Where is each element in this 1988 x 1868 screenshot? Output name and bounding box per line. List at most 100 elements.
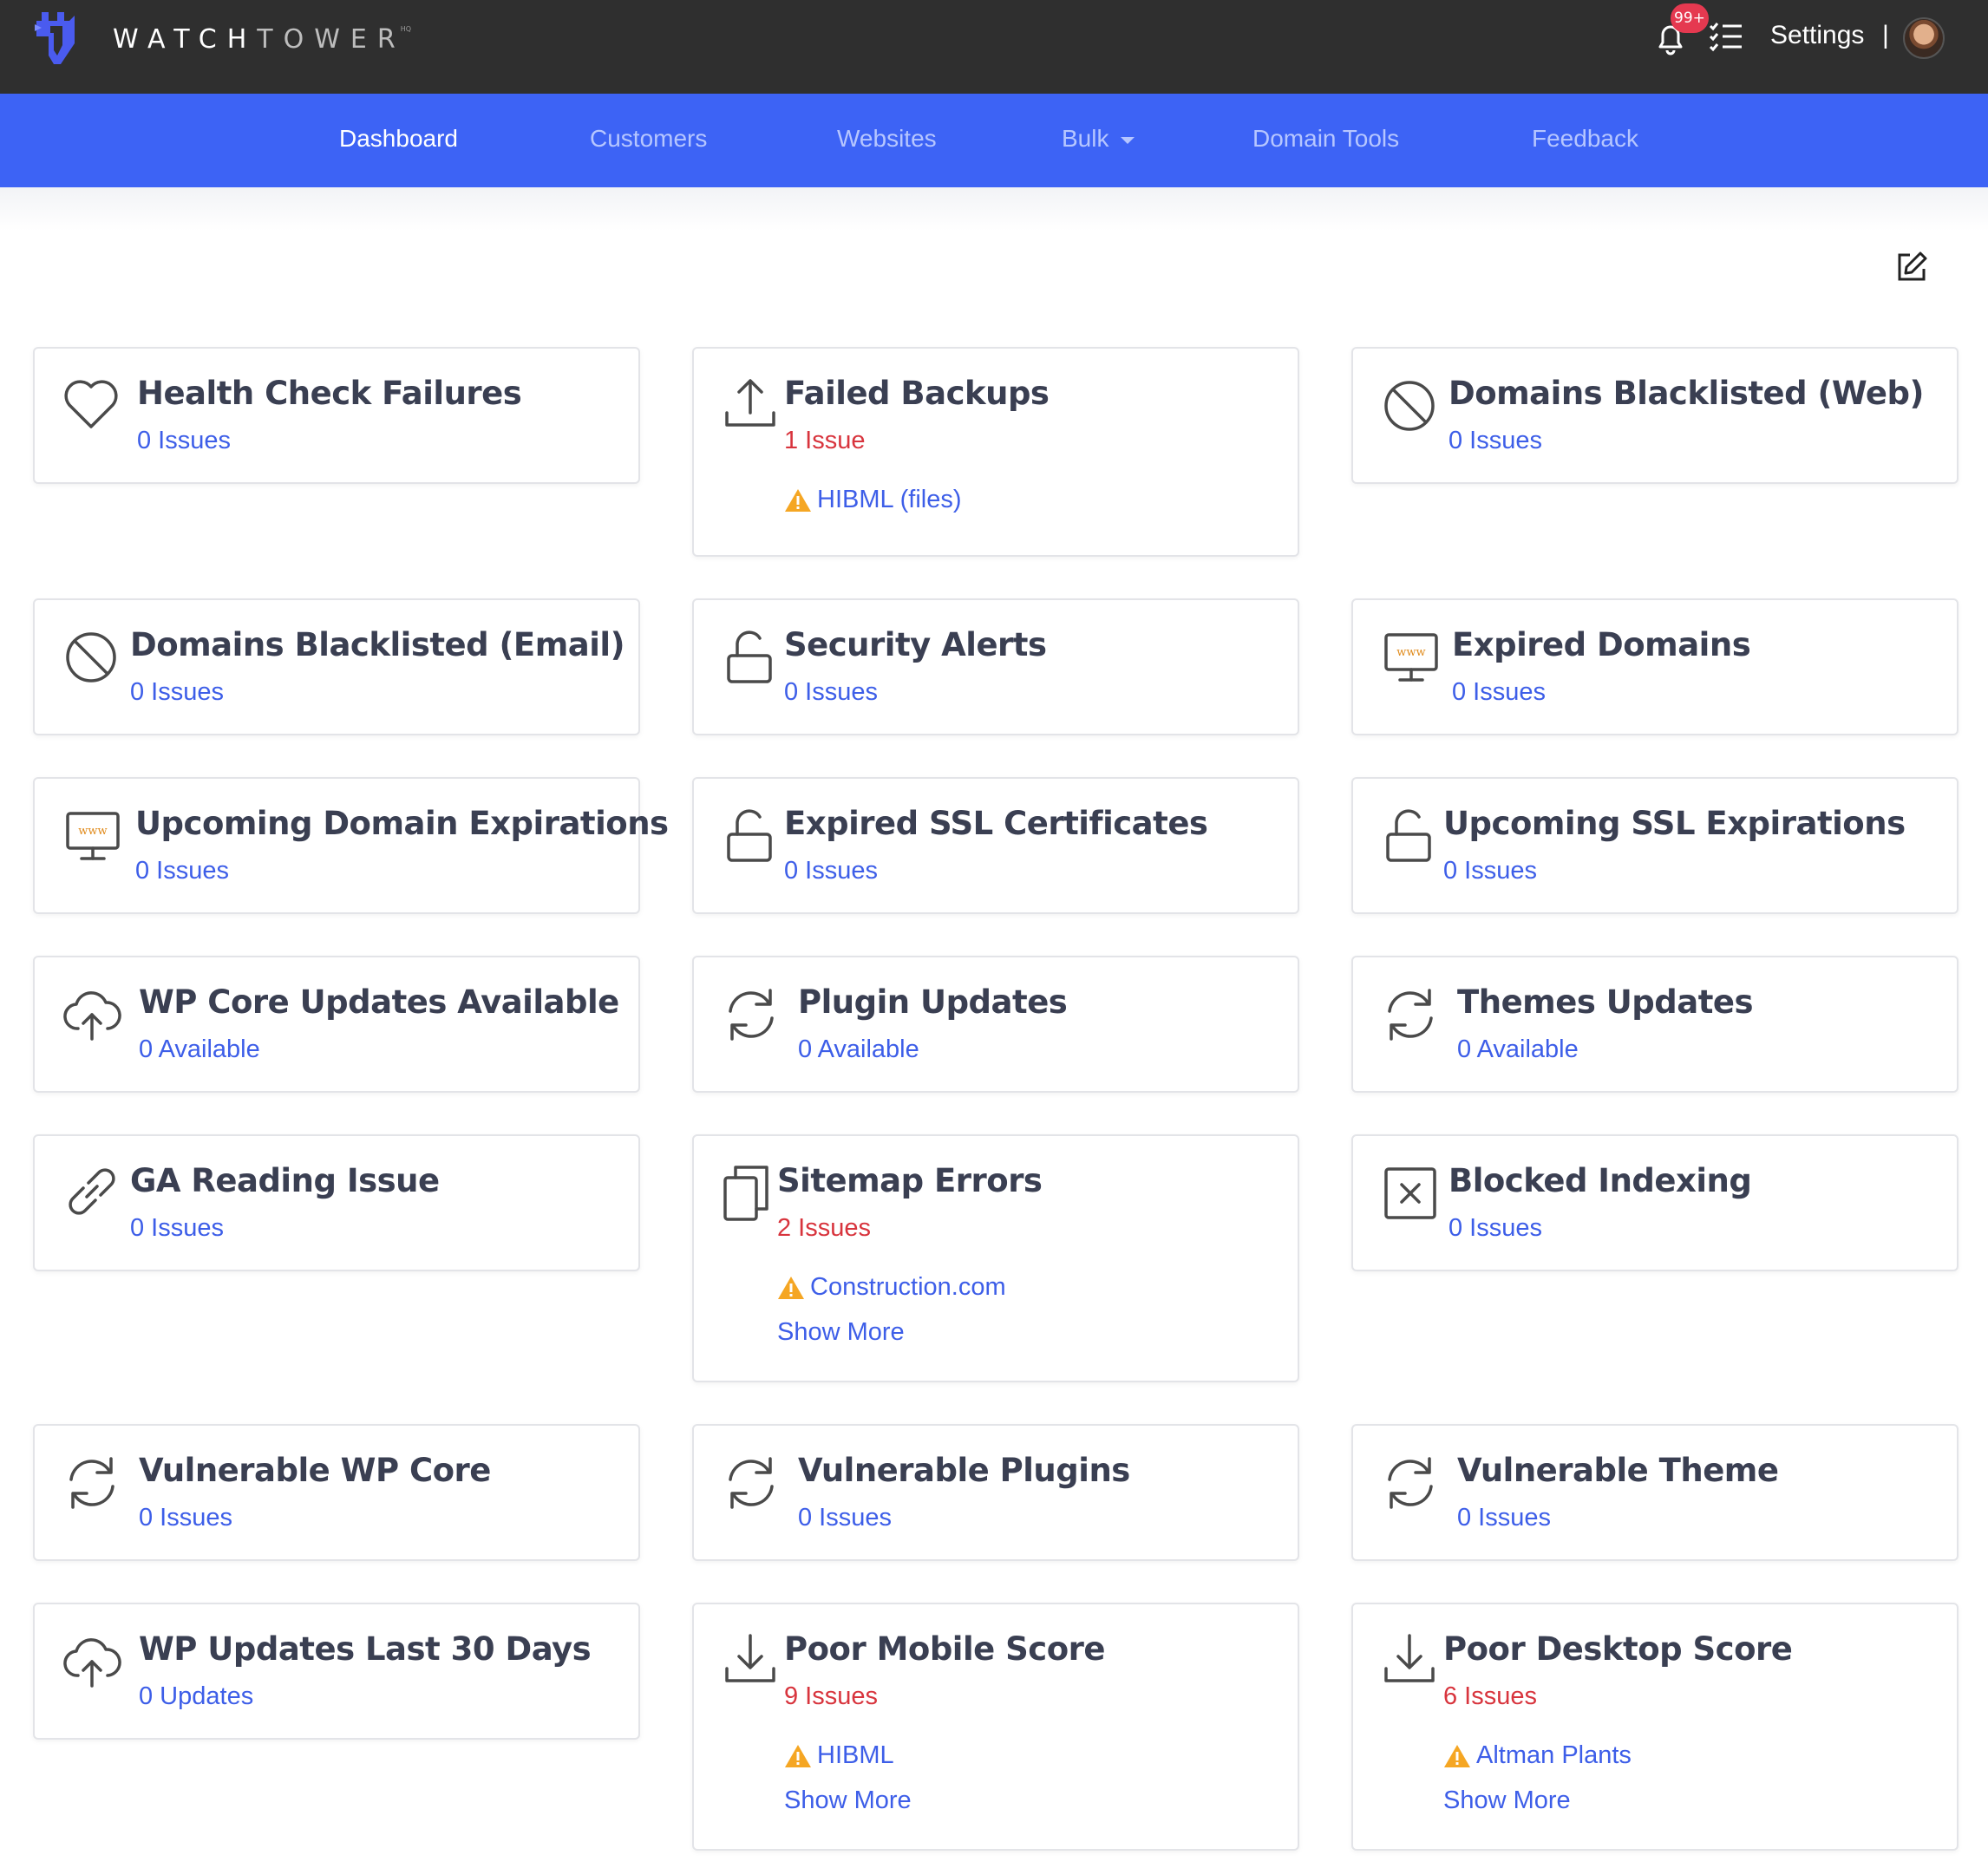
- card-count[interactable]: 0 Updates: [139, 1682, 253, 1711]
- dashboard-card[interactable]: Expired SSL Certificates 0 Issues: [692, 777, 1299, 914]
- notification-badge: 99+: [1671, 3, 1709, 33]
- brand-name: WATCHTOWER: [113, 23, 406, 55]
- card-detail-link[interactable]: Altman Plants: [1443, 1741, 1632, 1770]
- nav-websites[interactable]: Websites: [837, 125, 937, 153]
- dashboard-card[interactable]: Failed Backups 1 Issue HIBML (files): [692, 347, 1299, 557]
- link-icon: [69, 1168, 115, 1215]
- card-count[interactable]: 0 Issues: [1452, 678, 1546, 707]
- show-more-link[interactable]: Show More: [784, 1786, 912, 1815]
- upload-icon: [725, 379, 775, 427]
- card-count[interactable]: 0 Issues: [130, 1214, 224, 1243]
- card-count[interactable]: 0 Issues: [130, 678, 224, 707]
- card-detail-link[interactable]: Construction.com: [777, 1273, 1006, 1302]
- card-count[interactable]: 0 Available: [1457, 1035, 1579, 1064]
- dashboard-card[interactable]: www Upcoming Domain Expirations 0 Issues: [33, 777, 669, 914]
- refresh-icon: [729, 989, 774, 1041]
- warning-icon: [778, 1276, 804, 1299]
- card-title[interactable]: Upcoming Domain Expirations: [135, 805, 669, 842]
- card-detail-label: Altman Plants: [1476, 1741, 1632, 1769]
- dashboard-card[interactable]: Plugin Updates 0 Available: [692, 956, 1299, 1093]
- card-detail-label: Construction.com: [810, 1273, 1006, 1301]
- card-title[interactable]: Sitemap Errors: [777, 1162, 1043, 1199]
- card-title[interactable]: Vulnerable Plugins: [798, 1452, 1130, 1489]
- card-count[interactable]: 0 Available: [798, 1035, 919, 1064]
- dashboard-card[interactable]: Poor Desktop Score 6 Issues Altman Plants S…: [1351, 1603, 1959, 1851]
- dashboard-card[interactable]: Blocked Indexing 0 Issues: [1351, 1134, 1959, 1271]
- card-count[interactable]: 0 Issues: [1448, 427, 1542, 455]
- card-count[interactable]: 1 Issue: [784, 427, 866, 455]
- dashboard-card[interactable]: WP Updates Last 30 Days 0 Updates: [33, 1603, 640, 1740]
- card-count[interactable]: 0 Issues: [139, 1504, 232, 1532]
- card-title[interactable]: Security Alerts: [784, 626, 1047, 663]
- card-count[interactable]: 0 Issues: [784, 678, 878, 707]
- card-title[interactable]: Vulnerable WP Core: [139, 1452, 491, 1489]
- card-title[interactable]: GA Reading Issue: [130, 1162, 440, 1199]
- cloud-upload-icon: [63, 1638, 121, 1688]
- card-title[interactable]: Failed Backups: [784, 375, 1050, 412]
- card-title[interactable]: WP Core Updates Available: [139, 983, 619, 1021]
- show-more-link[interactable]: Show More: [777, 1318, 905, 1347]
- dashboard-card[interactable]: Vulnerable Theme 0 Issues: [1351, 1424, 1959, 1561]
- ban-icon: [66, 632, 116, 683]
- card-count[interactable]: 0 Issues: [137, 427, 231, 455]
- card-title[interactable]: Health Check Failures: [137, 375, 522, 412]
- card-title[interactable]: Domains Blacklisted (Email): [130, 626, 625, 663]
- card-detail-link[interactable]: HIBML (files): [784, 486, 962, 514]
- card-title[interactable]: Blocked Indexing: [1448, 1162, 1752, 1199]
- user-avatar[interactable]: [1903, 17, 1945, 59]
- card-title[interactable]: Domains Blacklisted (Web): [1448, 375, 1924, 412]
- nav-feedback[interactable]: Feedback: [1532, 125, 1638, 153]
- dashboard-card[interactable]: Health Check Failures 0 Issues: [33, 347, 640, 484]
- card-count[interactable]: 0 Issues: [135, 857, 229, 885]
- card-title[interactable]: Upcoming SSL Expirations: [1443, 805, 1906, 842]
- dashboard-card[interactable]: Vulnerable Plugins 0 Issues: [692, 1424, 1299, 1561]
- settings-link[interactable]: Settings: [1770, 21, 1864, 50]
- heart-icon: [64, 380, 118, 428]
- dashboard-card[interactable]: Domains Blacklisted (Email) 0 Issues: [33, 598, 640, 735]
- card-detail-label: HIBML: [817, 1741, 894, 1769]
- dashboard-card[interactable]: Security Alerts 0 Issues: [692, 598, 1299, 735]
- card-count[interactable]: 0 Issues: [798, 1504, 892, 1532]
- x-square-icon: [1384, 1167, 1436, 1219]
- card-count[interactable]: 9 Issues: [784, 1682, 878, 1711]
- card-count[interactable]: 6 Issues: [1443, 1682, 1537, 1711]
- brand-suffix: HQ: [400, 24, 412, 33]
- card-title[interactable]: WP Updates Last 30 Days: [139, 1630, 592, 1668]
- card-count[interactable]: 0 Available: [139, 1035, 260, 1064]
- copy-icon: [723, 1166, 768, 1221]
- nav-bulk[interactable]: Bulk: [1062, 125, 1135, 153]
- card-title[interactable]: Themes Updates: [1457, 983, 1754, 1021]
- dashboard-card[interactable]: Vulnerable WP Core 0 Issues: [33, 1424, 640, 1561]
- dashboard-card[interactable]: Upcoming SSL Expirations 0 Issues: [1351, 777, 1959, 914]
- checklist-icon[interactable]: [1709, 21, 1743, 52]
- card-title[interactable]: Poor Mobile Score: [784, 1630, 1106, 1668]
- card-title[interactable]: Plugin Updates: [798, 983, 1068, 1021]
- card-count[interactable]: 0 Issues: [784, 857, 878, 885]
- nav-domain-tools[interactable]: Domain Tools: [1252, 125, 1399, 153]
- dashboard-card[interactable]: GA Reading Issue 0 Issues: [33, 1134, 640, 1271]
- card-detail-link[interactable]: HIBML: [784, 1741, 894, 1770]
- dashboard-card[interactable]: WP Core Updates Available 0 Available: [33, 956, 640, 1093]
- card-count[interactable]: 2 Issues: [777, 1214, 871, 1243]
- dashboard-card[interactable]: Sitemap Errors 2 Issues Construction.com Sh…: [692, 1134, 1299, 1382]
- nav-shadow: [0, 187, 1988, 231]
- unlock-icon: [727, 630, 772, 683]
- dashboard-card[interactable]: Poor Mobile Score 9 Issues HIBML Show More: [692, 1603, 1299, 1851]
- top-bar: WATCHTOWER HQ 99+ Settings |: [0, 0, 1988, 94]
- card-title[interactable]: Poor Desktop Score: [1443, 1630, 1793, 1668]
- edit-icon[interactable]: [1894, 250, 1929, 284]
- card-title[interactable]: Vulnerable Theme: [1457, 1452, 1779, 1489]
- dashboard-card[interactable]: www Expired Domains 0 Issues: [1351, 598, 1959, 735]
- refresh-icon: [729, 1457, 774, 1509]
- nav-dashboard[interactable]: Dashboard: [339, 125, 458, 153]
- card-title[interactable]: Expired SSL Certificates: [784, 805, 1208, 842]
- card-count[interactable]: 0 Issues: [1448, 1214, 1542, 1243]
- card-count[interactable]: 0 Issues: [1443, 857, 1537, 885]
- brand-logo[interactable]: WATCHTOWER HQ: [31, 10, 416, 68]
- dashboard-card[interactable]: Themes Updates 0 Available: [1351, 956, 1959, 1093]
- card-count[interactable]: 0 Issues: [1457, 1504, 1551, 1532]
- show-more-link[interactable]: Show More: [1443, 1786, 1571, 1815]
- card-title[interactable]: Expired Domains: [1452, 626, 1751, 663]
- dashboard-card[interactable]: Domains Blacklisted (Web) 0 Issues: [1351, 347, 1959, 484]
- nav-customers[interactable]: Customers: [590, 125, 707, 153]
